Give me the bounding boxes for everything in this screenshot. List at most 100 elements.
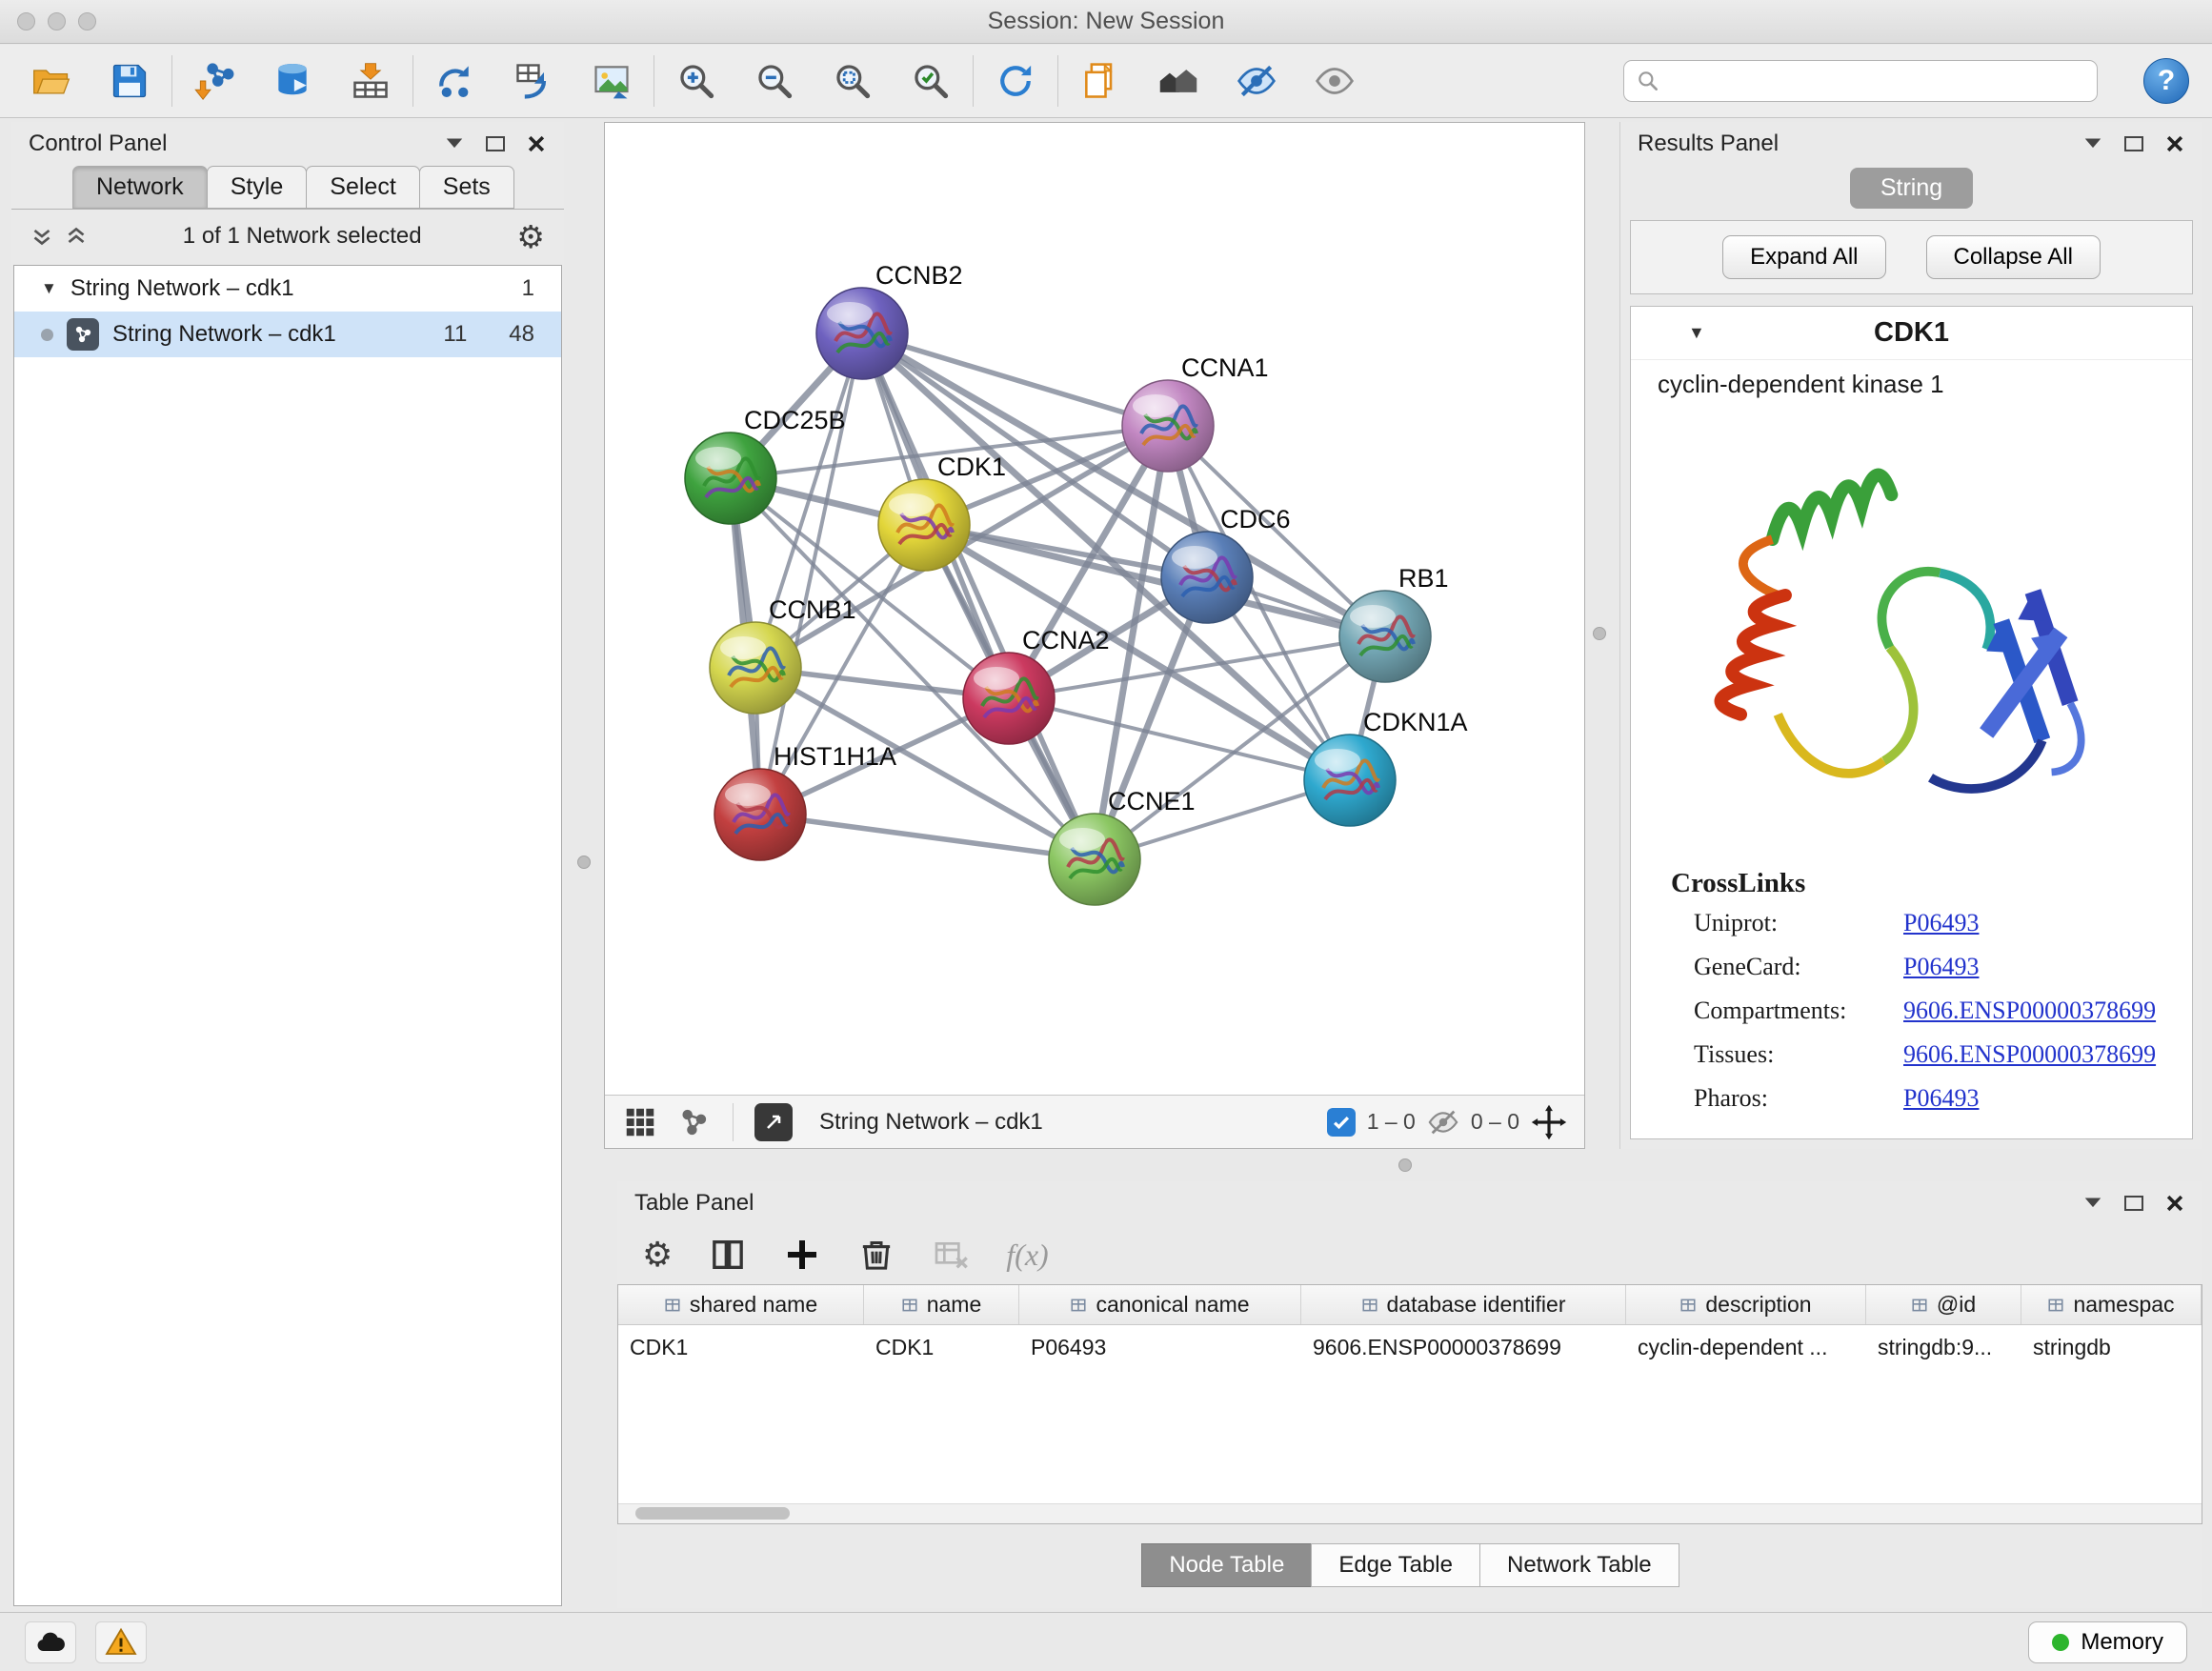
selected-nodes-checkbox[interactable]: [1327, 1108, 1356, 1137]
network-collection-row[interactable]: ▼ String Network – cdk1 1: [14, 266, 561, 312]
status-bar: Memory: [0, 1612, 2212, 1671]
crosslink-uniprot-link[interactable]: P06493: [1903, 909, 2192, 937]
control-panel-menu-icon[interactable]: [444, 135, 465, 152]
import-table-button[interactable]: [344, 53, 397, 109]
tab-string[interactable]: String: [1850, 168, 1973, 209]
crosslink-genecard-link[interactable]: P06493: [1903, 953, 2192, 981]
table-row[interactable]: CDK1 CDK1 P06493 9606.ENSP00000378699 cy…: [618, 1325, 2202, 1369]
home-icon: [1157, 60, 1199, 102]
results-panel-header: Results Panel: [1620, 122, 2202, 166]
hidden-count: 0 – 0: [1471, 1109, 1519, 1135]
column-header-canonical-name[interactable]: canonical name: [1019, 1285, 1301, 1324]
help-button[interactable]: ?: [2143, 58, 2189, 104]
node-highlight: [974, 667, 1019, 690]
copy-button[interactable]: [1074, 53, 1127, 109]
warnings-button[interactable]: [95, 1621, 147, 1663]
column-header-database-identifier[interactable]: database identifier: [1301, 1285, 1626, 1324]
table-panel-float-button[interactable]: [2124, 1196, 2143, 1211]
first-neighbors-button[interactable]: [429, 53, 482, 109]
collapse-all-button[interactable]: Collapse All: [1926, 235, 2101, 279]
scrollbar-thumb[interactable]: [635, 1507, 790, 1520]
tab-select[interactable]: Select: [306, 166, 419, 209]
delete-column-icon[interactable]: [857, 1236, 895, 1274]
column-type-icon: [1911, 1297, 1928, 1314]
column-header-id[interactable]: @id: [1866, 1285, 2021, 1324]
save-session-button[interactable]: [103, 53, 156, 109]
results-panel-float-button[interactable]: [2124, 136, 2143, 151]
crosslink-label: Tissues:: [1694, 1040, 1903, 1069]
hide-selected-button[interactable]: [1230, 53, 1283, 109]
tree-disclosure-icon[interactable]: ▼: [41, 279, 57, 298]
table-toolbar: ⚙ f(x): [617, 1225, 2202, 1284]
function-builder-button[interactable]: f(x): [1006, 1238, 1048, 1273]
import-network-database-button[interactable]: [266, 53, 319, 109]
horizontal-splitter-handle[interactable]: [1398, 1158, 1412, 1172]
memory-button[interactable]: Memory: [2028, 1621, 2187, 1663]
gene-disclosure-icon[interactable]: ▼: [1688, 323, 1705, 343]
cloud-button[interactable]: [25, 1621, 76, 1663]
add-column-icon[interactable]: [783, 1236, 821, 1274]
table-panel-close-button[interactable]: [2164, 1193, 2185, 1214]
open-session-button[interactable]: [25, 53, 78, 109]
network-row[interactable]: String Network – cdk1 11 48: [14, 312, 561, 357]
crosslink-label: Uniprot:: [1694, 909, 1903, 937]
zoom-fit-button[interactable]: [826, 53, 879, 109]
node-highlight: [1059, 828, 1105, 851]
zoom-selected-button[interactable]: [904, 53, 957, 109]
network-edge[interactable]: [862, 333, 1095, 859]
crosslink-pharos-link[interactable]: P06493: [1903, 1084, 2192, 1113]
delete-table-icon: [932, 1236, 970, 1274]
string-share-icon[interactable]: [675, 1104, 712, 1140]
node-label: CCNB2: [875, 261, 963, 290]
network-options-gear-icon[interactable]: ⚙: [516, 221, 545, 252]
tab-sets[interactable]: Sets: [419, 166, 514, 209]
results-panel: Results Panel String Expand All Collapse…: [1619, 122, 2202, 1149]
export-image-button[interactable]: [585, 53, 638, 109]
control-panel-float-button[interactable]: [486, 136, 505, 151]
table-options-gear-icon[interactable]: ⚙: [642, 1238, 673, 1272]
refresh-button[interactable]: [989, 53, 1042, 109]
results-panel-close-button[interactable]: [2164, 133, 2185, 154]
new-network-from-selection-button[interactable]: [507, 53, 560, 109]
right-splitter-handle[interactable]: [1593, 627, 1606, 640]
tab-style[interactable]: Style: [207, 166, 308, 209]
collapse-all-icon[interactable]: [30, 225, 53, 248]
node-label: CDK1: [937, 453, 1006, 481]
results-panel-menu-icon[interactable]: [2082, 135, 2103, 152]
zoom-in-button[interactable]: [670, 53, 723, 109]
grid-view-icon[interactable]: [622, 1104, 658, 1140]
crosslink-tissues-link[interactable]: 9606.ENSP00000378699: [1903, 1040, 2192, 1069]
tab-network-table[interactable]: Network Table: [1479, 1543, 1679, 1587]
column-header-namespace[interactable]: namespac: [2021, 1285, 2202, 1324]
expand-all-button[interactable]: Expand All: [1722, 235, 1885, 279]
warning-icon: [104, 1625, 138, 1660]
eye-slash-icon: [1236, 60, 1277, 102]
tab-network[interactable]: Network: [72, 166, 208, 209]
open-in-window-icon[interactable]: [754, 1103, 793, 1141]
network-arrow-icon: [434, 60, 476, 102]
column-type-icon: [1361, 1297, 1378, 1314]
node-label: CCNA1: [1181, 353, 1269, 382]
home-button[interactable]: [1152, 53, 1205, 109]
gene-section-header[interactable]: ▼ CDK1: [1631, 307, 2192, 360]
column-header-name[interactable]: name: [864, 1285, 1019, 1324]
network-edge[interactable]: [760, 815, 1095, 859]
tab-node-table[interactable]: Node Table: [1141, 1543, 1312, 1587]
zoom-out-button[interactable]: [748, 53, 801, 109]
search-input[interactable]: [1668, 68, 2085, 94]
network-canvas[interactable]: CCNB2CCNA1CDC25BCDK1CDC6RB1CCNB1CCNA2CDK…: [605, 123, 1584, 1095]
show-all-button[interactable]: [1308, 53, 1361, 109]
node-label: CDC25B: [744, 406, 846, 434]
expand-all-icon[interactable]: [65, 225, 88, 248]
tab-edge-table[interactable]: Edge Table: [1311, 1543, 1480, 1587]
crosslink-compartments-link[interactable]: 9606.ENSP00000378699: [1903, 997, 2192, 1025]
node-highlight: [1350, 605, 1396, 628]
pan-crosshair-icon[interactable]: [1531, 1104, 1567, 1140]
table-panel-menu-icon[interactable]: [2082, 1195, 2103, 1212]
control-panel-close-button[interactable]: [526, 133, 547, 154]
column-header-shared-name[interactable]: shared name: [618, 1285, 864, 1324]
show-columns-icon[interactable]: [709, 1236, 747, 1274]
left-splitter-handle[interactable]: [577, 856, 591, 869]
column-header-description[interactable]: description: [1626, 1285, 1866, 1324]
import-network-file-button[interactable]: [188, 53, 241, 109]
